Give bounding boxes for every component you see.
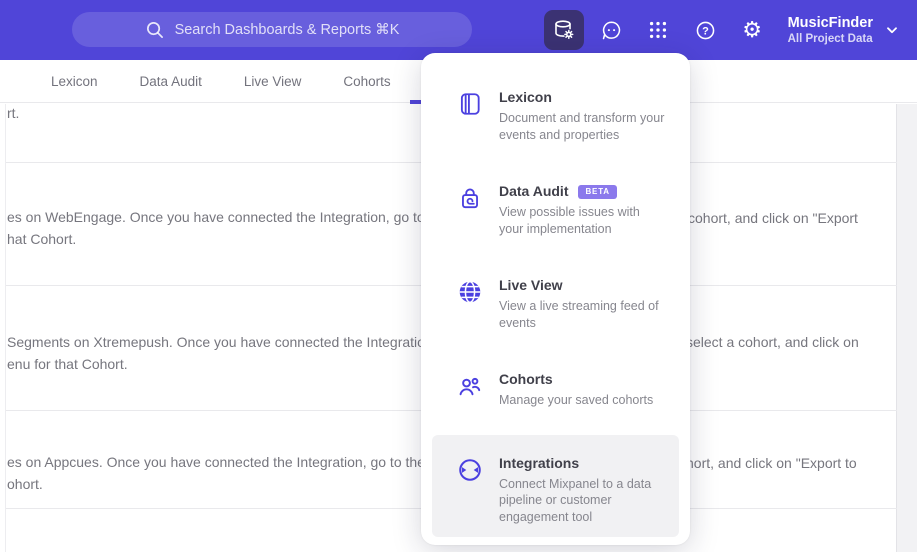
background-text: hat Cohort. [7,231,77,247]
menu-item-title: Integrations [499,454,580,471]
data-management-button[interactable] [543,10,584,50]
book-icon [457,91,483,117]
background-text: cohort, and click on "Export [688,210,858,226]
feedback-smiley-icon [600,19,623,42]
help-icon: ? [694,19,717,42]
search-placeholder: Search Dashboards & Reports ⌘K [174,21,400,38]
menu-item-desc: Connect Mixpanel to a data pipeline or c… [499,476,652,524]
apps-grid-icon [647,19,669,41]
beta-badge: BETA [578,184,617,199]
gear-icon: ⚙ [742,17,762,42]
background-text: Segments on Xtremepush. Once you have co… [7,334,437,350]
menu-item-lexicon[interactable]: Lexicon Document and transform your even… [432,75,679,157]
search-icon [145,20,164,39]
menu-item-desc: View a live streaming feed of events [499,299,659,330]
app-header: Search Dashboards & Reports ⌘K ? ⚙ Music… [0,0,917,60]
menu-item-desc: Manage your saved cohorts [499,393,654,407]
database-gear-icon [552,18,576,42]
tab-data-audit[interactable]: Data Audit [140,74,202,89]
audit-lock-icon [457,185,483,211]
globe-icon [457,279,483,305]
menu-item-title: Live View [499,277,563,293]
apps-grid-button[interactable] [635,0,682,60]
sync-arrows-icon [457,457,483,483]
background-text: select a cohort, and click on [686,334,859,350]
settings-button[interactable]: ⚙ [729,0,776,60]
tab-live-view[interactable]: Live View [244,74,302,89]
content-left-border [5,104,6,552]
menu-item-integrations[interactable]: Integrations Connect Mixpanel to a data … [432,434,679,537]
tools-menu: Lexicon Document and transform your even… [421,53,690,545]
menu-item-desc: View possible issues with your implement… [499,205,640,236]
feedback-button[interactable] [588,0,635,60]
menu-item-data-audit[interactable]: Data Audit BETA View possible issues wit… [432,169,679,251]
menu-item-title: Data Audit BETA [499,183,667,200]
menu-item-title: Lexicon [499,89,552,105]
help-button[interactable]: ? [682,0,729,60]
background-text: rt. [7,105,20,121]
background-text: es on WebEngage. Once you have connected… [7,209,449,225]
menu-item-live-view[interactable]: Live View View a live streaming feed of … [432,263,679,345]
chevron-down-icon [884,22,900,38]
menu-item-cohorts[interactable]: Cohorts Manage your saved cohorts [432,357,679,423]
tab-cohorts[interactable]: Cohorts [343,74,390,89]
tab-lexicon[interactable]: Lexicon [51,74,98,89]
page-gutter [896,104,917,552]
global-search[interactable]: Search Dashboards & Reports ⌘K [72,12,472,47]
project-switcher-chevron[interactable] [877,0,907,60]
background-text: hort, and click on "Export to [686,455,857,471]
project-scope: All Project Data [787,33,873,45]
project-switcher[interactable]: MusicFinder All Project Data [788,14,873,46]
background-text: es on Appcues. Once you have connected t… [7,454,441,470]
background-text: ohort. [7,476,43,492]
menu-item-desc: Document and transform your events and p… [499,111,665,142]
people-icon [457,373,483,399]
menu-item-title: Cohorts [499,371,553,387]
project-name: MusicFinder [787,15,873,31]
background-text: enu for that Cohort. [7,356,128,372]
svg-text:?: ? [702,25,709,37]
